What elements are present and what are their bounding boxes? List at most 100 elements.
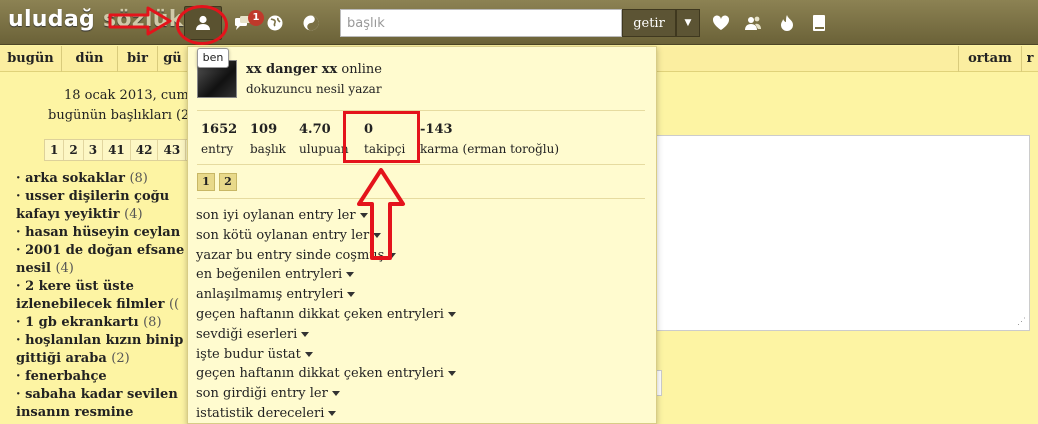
search-input[interactable]: başlık <box>340 9 622 37</box>
menu-item[interactable]: anlaşılmamış entryleri <box>196 285 456 305</box>
getir-button[interactable]: getir <box>622 9 676 37</box>
topic-title: usser dişilerin çoğu kafayı yeyiktir <box>16 189 170 222</box>
menu-item[interactable]: istatistik dereceleri <box>196 404 456 424</box>
menu-item-label: işte budur üstat <box>196 346 301 362</box>
menu-item-label: istatistik dereceleri <box>196 405 325 421</box>
message-count-badge: 1 <box>248 10 264 26</box>
list-item[interactable]: · usser dişilerin çoğu kafayı yeyiktir (… <box>16 188 186 224</box>
list-item[interactable]: · hoşlanılan kızın binip gittiği araba (… <box>16 332 186 368</box>
favorites-button[interactable] <box>710 10 732 36</box>
caret-down-icon <box>346 272 355 278</box>
yin-yang-button[interactable] <box>300 10 322 36</box>
page-link[interactable]: 3 <box>84 140 104 160</box>
menu-item-label: geçen haftanın dikkat çeken entryleri <box>196 306 444 322</box>
menu-item-label: geçen haftanın dikkat çeken entryleri <box>196 366 444 382</box>
menu-item[interactable]: son kötü oylanan entry ler <box>196 226 456 246</box>
user-tooltip: ben <box>197 48 229 68</box>
menu-item-label: son kötü oylanan entry ler <box>196 227 370 243</box>
topic-list: · arka sokaklar (8) · usser dişilerin ço… <box>16 170 186 422</box>
trending-button[interactable] <box>776 10 798 36</box>
divider <box>197 164 645 165</box>
menu-item[interactable]: işte budur üstat <box>196 345 456 365</box>
people-button[interactable] <box>742 10 764 36</box>
list-item[interactable]: · 2001 de doğan efsane nesil (4) <box>16 242 186 278</box>
caret-down-icon <box>301 331 310 337</box>
caret-down-icon <box>328 410 337 416</box>
menu-item-label: sevdiği eserleri <box>196 326 298 342</box>
caret-down-icon: ▼ <box>684 18 692 28</box>
caret-down-icon <box>304 351 313 357</box>
popup-username[interactable]: xx danger xx <box>246 62 337 77</box>
list-item[interactable]: · arka sokaklar (8) <box>16 170 186 188</box>
menu-item-label: son girdiği entry ler <box>196 386 328 402</box>
stat-label: başlık <box>250 142 286 156</box>
menu-item[interactable]: geçen haftanın dikkat çeken entryleri <box>196 305 456 325</box>
caret-down-icon <box>347 292 356 298</box>
page-link[interactable]: 42 <box>131 140 159 160</box>
entry-textarea[interactable]: ⋰ <box>654 135 1030 331</box>
tab-bugun[interactable]: bugün <box>0 46 62 72</box>
menu-item[interactable]: en beğenilen entryleri <box>196 265 456 285</box>
book-button[interactable] <box>808 10 830 36</box>
stat-karma[interactable]: -143 karma (erman toroğlu) <box>420 122 559 156</box>
menu-item-label: anlaşılmamış entryleri <box>196 287 344 303</box>
menu-item-label: son iyi oylanan entry ler <box>196 208 356 223</box>
topic-count: (2) <box>111 351 130 366</box>
stat-baslik[interactable]: 109 başlık <box>250 122 286 156</box>
page-link[interactable]: 43 <box>158 140 187 160</box>
list-item[interactable]: · hasan hüseyin ceylan <box>16 224 186 242</box>
stat-entry[interactable]: 1652 entry <box>201 122 237 156</box>
stat-value: -143 <box>420 122 453 137</box>
today-topics-heading: bugünün başlıkları (21 <box>48 108 198 123</box>
menu-item[interactable]: sevdiği eserleri <box>196 325 456 345</box>
list-item[interactable]: · 1 gb ekrankartı (8) <box>16 314 186 332</box>
page-link[interactable]: 2 <box>64 140 84 160</box>
red-arrow-up-icon <box>356 168 406 264</box>
popup-username-line: xx danger xx online <box>246 62 382 77</box>
caret-down-icon <box>447 371 456 377</box>
tab-dun[interactable]: dün <box>62 46 118 72</box>
search-dropdown-button[interactable]: ▼ <box>676 9 700 37</box>
book-icon <box>811 14 827 32</box>
resize-grip-icon[interactable]: ⋰ <box>1017 317 1026 327</box>
stat-value: 109 <box>250 122 278 137</box>
popup-menu: son iyi oylanan entry ler son kötü oylan… <box>196 206 456 424</box>
topic-count: (4) <box>55 261 74 276</box>
menu-item-label: en beğenilen entryleri <box>196 267 343 283</box>
topic-count: (( <box>168 297 180 312</box>
logo-main: uludağ <box>8 7 96 32</box>
stat-value: 1652 <box>201 122 238 137</box>
menu-item[interactable]: geçen haftanın dikkat çeken entryleri <box>196 364 456 384</box>
topic-title: arka sokaklar <box>25 171 125 186</box>
list-item[interactable]: · 2 kere üst üste izlenebilecek filmler … <box>16 278 186 314</box>
tab-r[interactable]: r <box>1022 46 1038 72</box>
topic-title: 1 gb ekrankartı <box>25 315 139 330</box>
divider <box>197 110 645 111</box>
page-link[interactable]: 41 <box>103 140 131 160</box>
caret-down-icon <box>331 391 340 397</box>
tab-ortam[interactable]: ortam <box>958 46 1022 72</box>
tab-bir[interactable]: bir <box>118 46 158 72</box>
menu-item[interactable]: son iyi oylanan entry ler <box>196 206 456 226</box>
page-link[interactable]: 1 <box>45 140 65 160</box>
globe-button[interactable] <box>264 10 286 36</box>
heart-icon <box>712 15 730 31</box>
globe-icon <box>266 14 284 32</box>
list-item[interactable]: · sabaha kadar sevilen insanın resmine <box>16 386 186 422</box>
popup-page-link[interactable]: 2 <box>219 173 237 191</box>
today-date: 18 ocak 2013, cuma <box>64 88 197 103</box>
topic-title: 2001 de doğan efsane nesil <box>16 243 185 276</box>
red-box-highlight <box>343 111 420 163</box>
topic-title: 2 kere üst üste izlenebilecek filmler <box>16 279 165 312</box>
menu-item[interactable]: son girdiği entry ler <box>196 384 456 404</box>
stat-label: ulupuan <box>299 142 349 156</box>
list-item[interactable]: · fenerbahçe <box>16 368 186 386</box>
popup-page-link[interactable]: 1 <box>197 173 215 191</box>
menu-item[interactable]: yazar bu entry sinde coşmuş <box>196 246 456 266</box>
tab-gu[interactable]: gü <box>158 46 188 72</box>
stat-ulupuan[interactable]: 4.70 ulupuan <box>299 122 349 156</box>
yin-yang-icon <box>302 14 320 32</box>
red-arrow-right-icon <box>108 6 172 40</box>
stat-value: 4.70 <box>299 122 331 137</box>
stat-label: entry <box>201 142 234 156</box>
